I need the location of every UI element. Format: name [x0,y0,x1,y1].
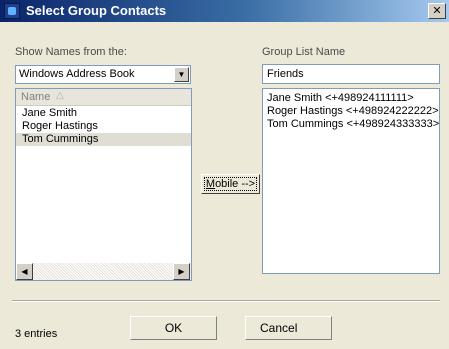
cancel-button[interactable]: Cancel [245,316,332,340]
group-list-name-label: Group List Name [262,46,346,58]
title-bar[interactable]: Select Group Contacts ✕ [0,0,449,22]
add-to-mobile-label: Mobile --> [204,177,257,191]
ok-button[interactable]: OK [130,316,217,340]
name-column-header[interactable]: Name △ [16,89,191,106]
group-members-listbox[interactable]: Jane Smith <+498924111111> Roger Hasting… [262,88,440,274]
sort-arrow-icon: △ [56,90,64,101]
group-name-field[interactable] [262,64,440,84]
app-icon [4,3,20,19]
show-names-label: Show Names from the: [15,46,127,58]
horizontal-scrollbar[interactable]: ◀ ▶ [16,263,191,280]
name-column-label: Name [21,91,51,103]
arrow-left-icon[interactable]: ◀ [16,263,33,280]
footer-divider [12,300,440,302]
contact-item[interactable]: Roger Hastings [16,120,191,133]
contacts-listbox[interactable]: Name △ Jane Smith Roger Hastings Tom Cum… [15,88,192,281]
contact-item-selected[interactable]: Tom Cummings [16,133,191,146]
add-to-mobile-button[interactable]: Mobile --> [201,174,260,194]
contact-item-label: Roger Hastings [22,120,98,132]
address-book-select[interactable]: Windows Address Book ▼ [15,65,191,84]
group-name-input[interactable] [263,65,439,83]
group-member-item[interactable]: Tom Cummings <+498924333333> [267,118,439,130]
window-title: Select Group Contacts [26,3,167,18]
scrollbar-track[interactable] [33,263,173,280]
address-book-select-value: Windows Address Book [19,68,135,80]
contact-item[interactable]: Jane Smith [16,107,191,120]
close-button[interactable]: ✕ [428,3,446,19]
dialog-window: Select Group Contacts ✕ Show Names from … [0,0,449,349]
group-member-item[interactable]: Jane Smith <+498924111111> [267,92,414,104]
chevron-down-icon[interactable]: ▼ [174,67,189,82]
entries-count: 3 entries [15,328,58,340]
contact-item-label: Tom Cummings [22,133,99,145]
group-member-item[interactable]: Roger Hastings <+498924222222> [267,105,439,117]
contact-item-label: Jane Smith [22,107,78,119]
arrow-right-icon[interactable]: ▶ [173,263,190,280]
